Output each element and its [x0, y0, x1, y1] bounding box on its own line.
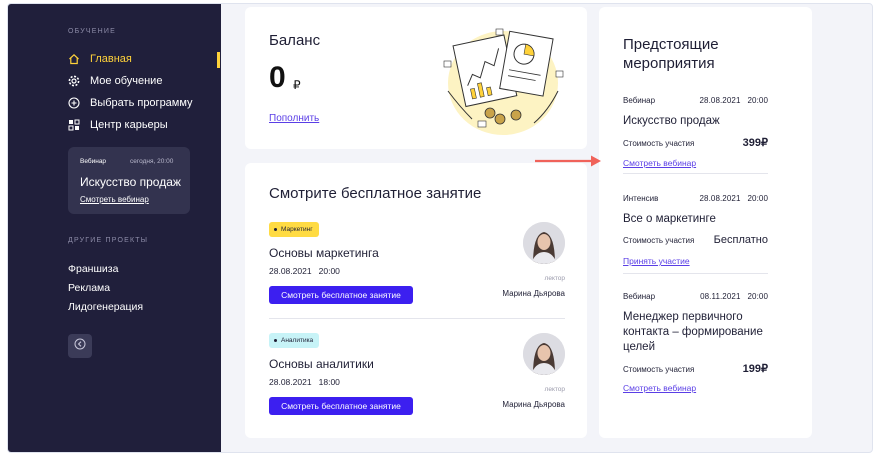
sidebar-webinar-card: Вебинар сегодня, 20:00 Искусство продаж …	[68, 147, 190, 214]
grid-icon	[68, 119, 80, 131]
event-type: Вебинар	[623, 292, 656, 301]
lecturer-name: Марина Дьярова	[502, 400, 565, 409]
upcoming-events-card: Предстоящие мероприятия Вебинар 28.08.20…	[599, 7, 812, 438]
category-tag: Маркетинг	[269, 222, 319, 237]
watch-free-lesson-button[interactable]: Смотреть бесплатное занятие	[269, 286, 413, 304]
topup-link[interactable]: Пополнить	[269, 113, 319, 124]
event-divider	[623, 173, 768, 174]
webinar-time: сегодня, 20:00	[130, 158, 174, 165]
free-lessons-card: Смотрите бесплатное занятие Маркетинг Ос…	[245, 163, 587, 438]
balance-currency: ₽	[293, 78, 301, 92]
event-meta: Интенсив 28.08.2021 20:00	[623, 194, 768, 203]
balance-card: Баланс 0 ₽ Пополнить	[245, 7, 587, 149]
home-icon	[68, 53, 80, 65]
watch-webinar-link[interactable]: Смотреть вебинар	[623, 383, 696, 393]
category-tag-label: Аналитика	[281, 337, 314, 344]
chevron-left-circle-icon	[74, 337, 86, 355]
price-label: Стоимость участия	[623, 236, 695, 245]
nav-item-label: Мое обучение	[90, 75, 163, 87]
event-price-row: Стоимость участия 399₽	[623, 136, 768, 149]
lesson-date: 28.08.2021 20:00	[269, 266, 340, 276]
watch-free-lesson-button[interactable]: Смотреть бесплатное занятие	[269, 397, 413, 415]
dot-icon	[274, 339, 277, 342]
project-link-franchise[interactable]: Франшиза	[68, 263, 118, 275]
section-projects-heading: ДРУГИЕ ПРОЕКТЫ	[68, 237, 149, 244]
event-type: Интенсив	[623, 194, 659, 203]
lecturer-label: лектор	[544, 275, 565, 282]
category-tag: Аналитика	[269, 333, 320, 348]
event-divider	[623, 273, 768, 274]
lecturer-name: Марина Дьярова	[502, 289, 565, 298]
event-meta: Вебинар 08.11.2021 20:00	[623, 292, 768, 301]
price-value: 199₽	[742, 363, 768, 375]
app-window: ОБУЧЕНИЕ Главная Мое обучение Выбрать пр…	[7, 3, 873, 453]
lesson-name: Основы маркетинга	[269, 246, 379, 260]
lesson-divider	[269, 318, 565, 319]
lecturer-label: лектор	[544, 386, 565, 393]
event-meta: Вебинар 28.08.2021 20:00	[623, 96, 768, 105]
price-value: 399₽	[742, 137, 768, 149]
lesson-date: 28.08.2021 18:00	[269, 377, 340, 387]
collapse-sidebar-button[interactable]	[68, 334, 92, 358]
event-name: Менеджер первичного контакта – формирова…	[623, 311, 763, 353]
watch-webinar-link[interactable]: Смотреть вебинар	[80, 195, 149, 204]
nav-item-choose-program[interactable]: Выбрать программу	[68, 97, 193, 109]
webinar-label: Вебинар	[80, 158, 107, 165]
lesson-item: Аналитика Основы аналитики 28.08.2021 18…	[269, 333, 565, 428]
dot-icon	[274, 228, 277, 231]
event-datetime: 08.11.2021 20:00	[700, 292, 768, 301]
lesson-name: Основы аналитики	[269, 357, 374, 371]
nav-item-label: Выбрать программу	[90, 97, 193, 109]
participate-link[interactable]: Принять участие	[623, 256, 690, 266]
arrow-right-icon	[535, 155, 601, 167]
webinar-title: Искусство продаж	[80, 175, 181, 189]
event-price-row: Стоимость участия Бесплатно	[623, 234, 768, 246]
nav-item-home[interactable]: Главная	[68, 53, 132, 65]
nav-item-career-center[interactable]: Центр карьеры	[68, 119, 168, 131]
gear-icon	[68, 75, 80, 87]
event-name: Все о маркетинге	[623, 213, 716, 225]
nav-item-label: Главная	[90, 53, 132, 65]
project-link-advertising[interactable]: Реклама	[68, 282, 110, 294]
watch-webinar-link[interactable]: Смотреть вебинар	[623, 158, 696, 168]
project-link-leadgen[interactable]: Лидогенерация	[68, 301, 143, 313]
category-tag-label: Маркетинг	[281, 226, 313, 233]
balance-title: Баланс	[269, 32, 321, 49]
nav-item-label: Центр карьеры	[90, 119, 168, 131]
lesson-item: Маркетинг Основы маркетинга 28.08.2021 2…	[269, 222, 565, 317]
balance-amount: 0	[269, 61, 286, 94]
sidebar: ОБУЧЕНИЕ Главная Мое обучение Выбрать пр…	[8, 4, 221, 452]
plus-circle-icon	[68, 97, 80, 109]
event-name: Искусство продаж	[623, 115, 720, 127]
nav-item-my-learning[interactable]: Мое обучение	[68, 75, 162, 87]
event-type: Вебинар	[623, 96, 656, 105]
event-datetime: 28.08.2021 20:00	[699, 96, 768, 105]
lecturer-avatar	[523, 333, 565, 375]
event-price-row: Стоимость участия 199₽	[623, 362, 768, 375]
free-lessons-title: Смотрите бесплатное занятие	[269, 185, 482, 202]
lecturer-avatar	[523, 222, 565, 264]
finance-illustration	[438, 21, 568, 139]
section-learning-heading: ОБУЧЕНИЕ	[68, 28, 117, 35]
price-label: Стоимость участия	[623, 365, 695, 374]
event-datetime: 28.08.2021 20:00	[699, 194, 768, 203]
price-label: Стоимость участия	[623, 139, 695, 148]
price-value: Бесплатно	[713, 234, 768, 246]
active-indicator	[217, 52, 220, 68]
events-title: Предстоящие мероприятия	[623, 36, 719, 72]
